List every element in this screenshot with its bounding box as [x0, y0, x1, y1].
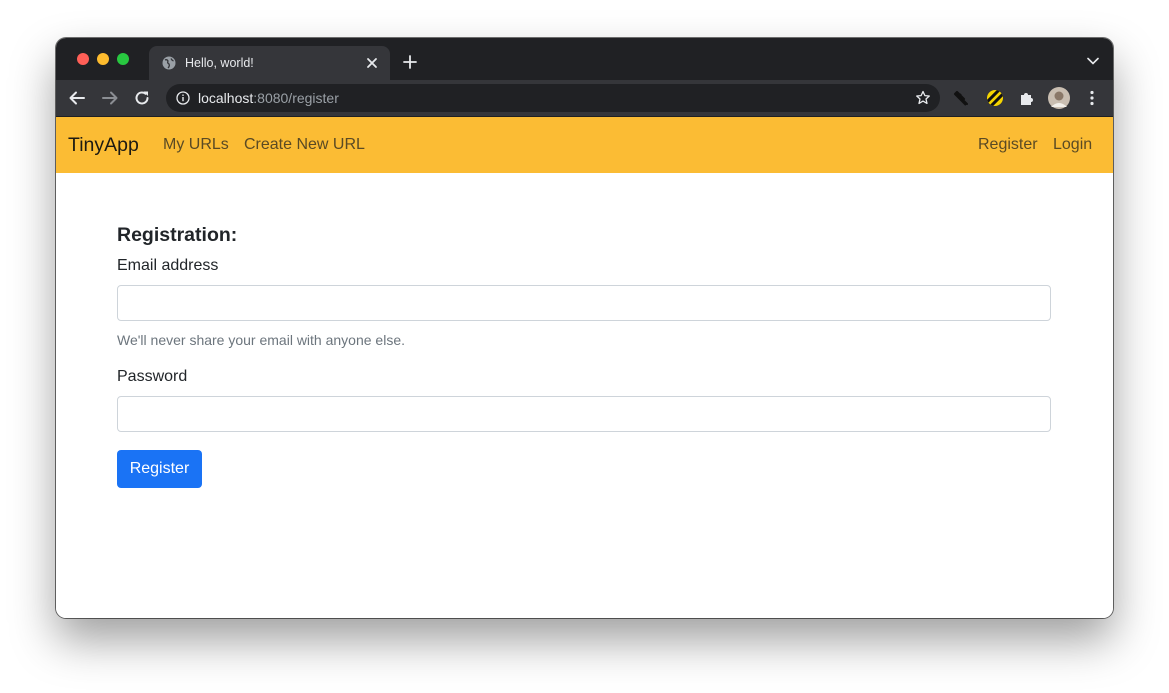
password-field[interactable]: [117, 396, 1051, 432]
profile-avatar-icon[interactable]: [1048, 87, 1070, 109]
pin-extension-icon[interactable]: [952, 89, 970, 107]
page-title: Registration:: [117, 224, 238, 246]
zoom-window-button[interactable]: [117, 53, 129, 65]
tab-list-chevron-icon[interactable]: [1087, 57, 1099, 65]
register-button[interactable]: Register: [117, 450, 202, 488]
back-arrow-icon[interactable]: [68, 89, 86, 107]
tab-strip: Hello, world!: [56, 38, 1113, 80]
url-path: :8080/register: [253, 90, 339, 106]
forward-arrow-icon[interactable]: [101, 89, 119, 107]
email-label: Email address: [117, 257, 219, 274]
nav-create-new-url-link[interactable]: Create New URL: [244, 135, 365, 155]
app-navbar: TinyApp My URLs Create New URL Register …: [56, 117, 1113, 173]
globe-icon: [162, 56, 176, 70]
nav-my-urls-link[interactable]: My URLs: [163, 135, 229, 155]
close-window-button[interactable]: [77, 53, 89, 65]
bookmark-star-icon[interactable]: [915, 90, 931, 106]
puzzle-extensions-icon[interactable]: [1018, 89, 1036, 107]
new-tab-icon[interactable]: [402, 54, 418, 70]
tab-active[interactable]: Hello, world!: [149, 46, 390, 80]
browser-toolbar: localhost:8080/register: [56, 80, 1113, 117]
main-content: Registration: Email address We'll never …: [56, 173, 1113, 618]
kebab-menu-icon[interactable]: [1083, 89, 1101, 107]
browser-window: Hello, world! localhost:8080/register Ti…: [56, 38, 1113, 618]
reload-icon[interactable]: [133, 89, 151, 107]
brand-link[interactable]: TinyApp: [68, 133, 139, 157]
password-label: Password: [117, 368, 188, 385]
email-help-text: We'll never share your email with anyone…: [117, 332, 405, 348]
minimize-window-button[interactable]: [97, 53, 109, 65]
url-host: localhost: [198, 90, 254, 106]
tab-title: Hello, world!: [185, 56, 254, 70]
nav-login-link[interactable]: Login: [1053, 135, 1092, 155]
close-icon[interactable]: [364, 55, 380, 71]
nav-register-link[interactable]: Register: [978, 135, 1038, 155]
url-text: localhost:8080/register: [198, 90, 339, 106]
address-bar[interactable]: localhost:8080/register: [166, 84, 940, 112]
site-info-icon[interactable]: [176, 91, 190, 105]
striped-extension-icon[interactable]: [986, 89, 1004, 107]
email-field[interactable]: [117, 285, 1051, 321]
